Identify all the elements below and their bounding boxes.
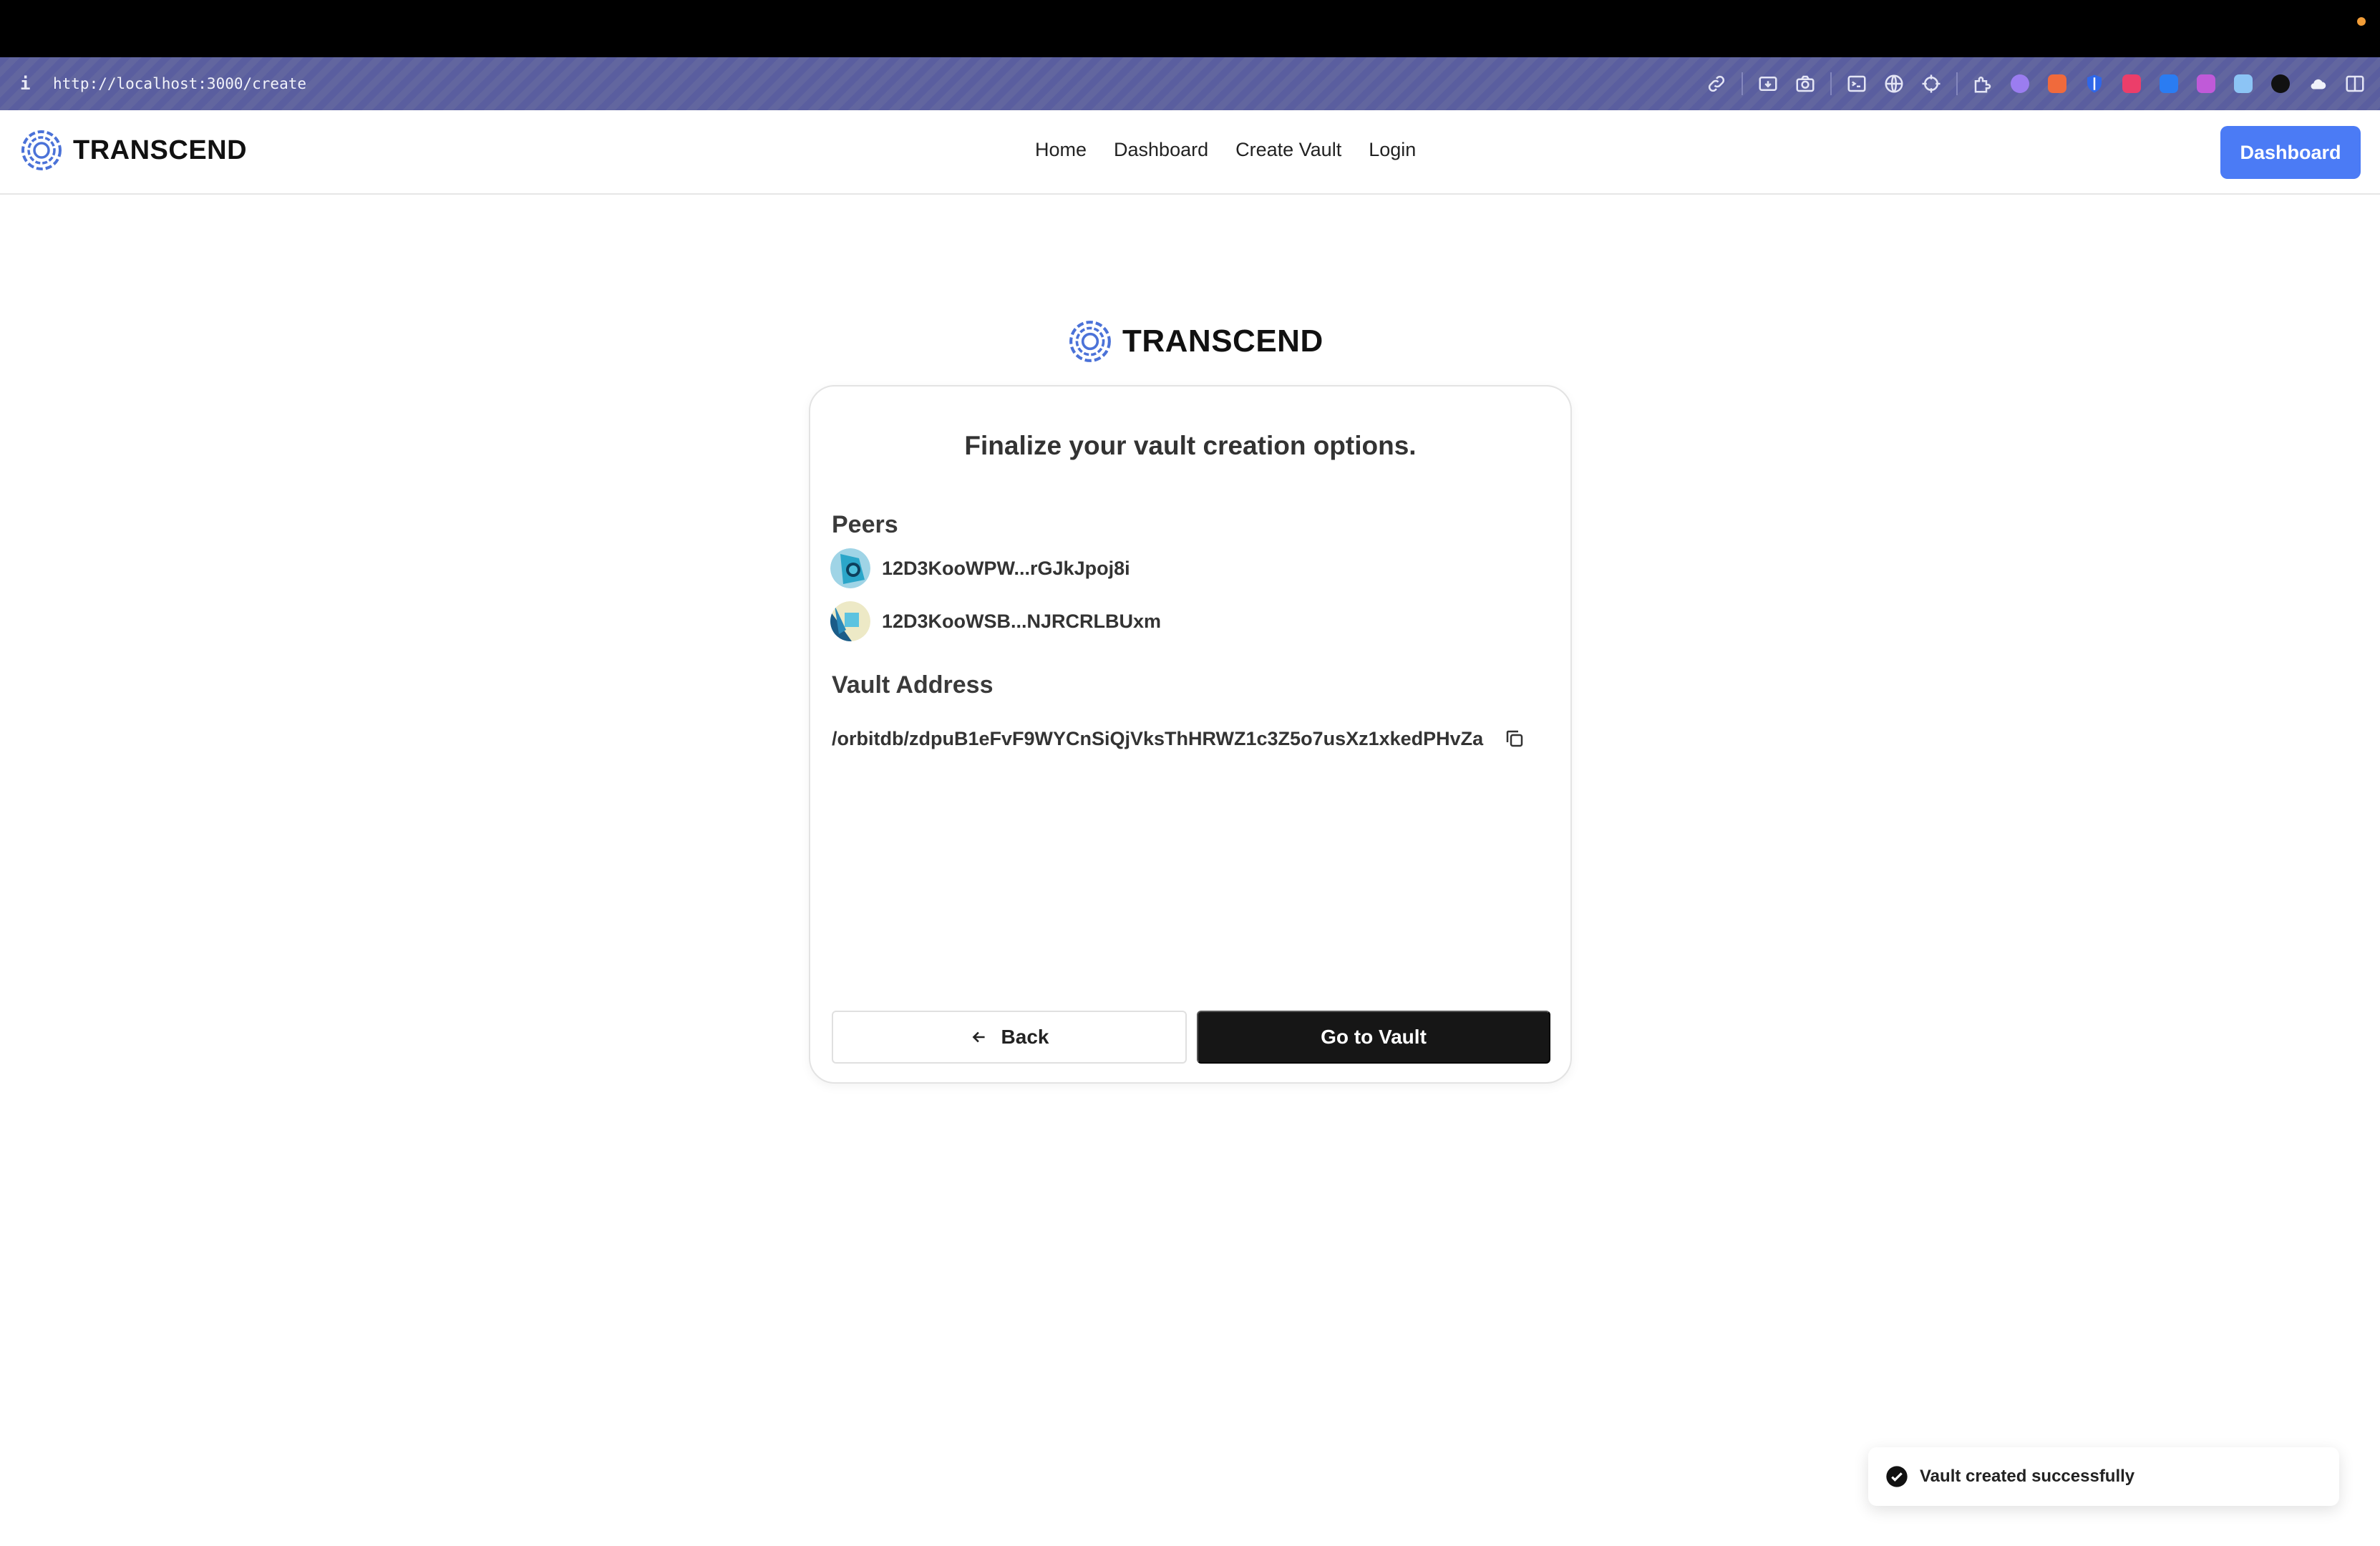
toast-notification: Vault created successfully	[1868, 1447, 2339, 1506]
page-brand-name: TRANSCEND	[1122, 324, 1323, 359]
arrow-left-icon	[970, 1028, 989, 1046]
transcend-logo-icon	[1069, 321, 1111, 362]
app-header: TRANSCEND Home Dashboard Create Vault Lo…	[0, 110, 2380, 195]
toolbar-divider	[1742, 72, 1743, 95]
browser-toolbar: i http://localhost:3000/create	[0, 57, 2380, 110]
recording-indicator	[2357, 17, 2366, 26]
vault-address: /orbitdb/zdpuB1eFvF9WYCnSiQjVksThHRWZ1c3…	[832, 727, 1484, 749]
nav-home[interactable]: Home	[1035, 139, 1087, 161]
toolbar-divider	[1956, 72, 1958, 95]
paint-icon[interactable]	[2268, 72, 2293, 96]
peers-label: Peers	[832, 511, 898, 538]
brand-name: TRANSCEND	[73, 135, 248, 165]
extensions-row	[1704, 57, 2380, 110]
face-icon[interactable]	[2008, 72, 2032, 96]
screenshot-icon[interactable]	[1756, 72, 1780, 96]
vault-finalize-card: Finalize your vault creation options. Pe…	[809, 385, 1572, 1084]
bug-icon[interactable]	[2194, 72, 2218, 96]
peer-item: 12D3KooWPW...rGJkJpoj8i	[830, 548, 1130, 588]
toolbar-divider	[1830, 72, 1832, 95]
peer-avatar	[830, 548, 870, 588]
peer-item: 12D3KooWSB...NJRCRLBUxm	[830, 601, 1161, 641]
book-icon[interactable]	[2231, 72, 2255, 96]
address-bar[interactable]: http://localhost:3000/create	[53, 75, 306, 92]
dashboard-button[interactable]: Dashboard	[2220, 126, 2361, 179]
peer-avatar	[830, 601, 870, 641]
camera-icon[interactable]	[1793, 72, 1817, 96]
back-button[interactable]: Back	[832, 1011, 1187, 1064]
window-top-strip	[0, 0, 2380, 57]
peer-id: 12D3KooWPW...rGJkJpoj8i	[882, 557, 1130, 579]
puzzle-icon[interactable]	[1971, 72, 1995, 96]
terminal-icon[interactable]	[1845, 72, 1869, 96]
card-title: Finalize your vault creation options.	[964, 431, 1417, 460]
toast-message: Vault created successfully	[1920, 1467, 2135, 1486]
vault-address-row: /orbitdb/zdpuB1eFvF9WYCnSiQjVksThHRWZ1c3…	[832, 726, 1527, 752]
vault-address-label: Vault Address	[832, 671, 994, 699]
page-brand: TRANSCEND	[1068, 319, 1323, 364]
site-info-icon[interactable]: i	[20, 74, 39, 94]
cloud-icon[interactable]	[2306, 72, 2330, 96]
copy-icon[interactable]	[1502, 726, 1527, 752]
nav-dashboard[interactable]: Dashboard	[1114, 139, 1208, 161]
sidebar-icon[interactable]	[2343, 72, 2367, 96]
transcend-logo-icon	[21, 130, 62, 170]
crosshair-icon[interactable]	[1919, 72, 1943, 96]
link-icon[interactable]	[1704, 72, 1729, 96]
back-label: Back	[1001, 1026, 1049, 1048]
globe-icon[interactable]	[1882, 72, 1906, 96]
nav-login[interactable]: Login	[1369, 139, 1416, 161]
bookmark-icon[interactable]	[2119, 72, 2144, 96]
peer-id: 12D3KooWSB...NJRCRLBUxm	[882, 610, 1162, 632]
header-brand[interactable]: TRANSCEND	[20, 129, 247, 172]
nav-create-vault[interactable]: Create Vault	[1235, 139, 1341, 161]
check-circle-icon	[1886, 1466, 1908, 1487]
shield-icon[interactable]	[2082, 72, 2107, 96]
brush-icon[interactable]	[2045, 72, 2069, 96]
k-icon[interactable]	[2157, 72, 2181, 96]
main-nav: Home Dashboard Create Vault Login	[1035, 139, 1443, 161]
go-to-vault-button[interactable]: Go to Vault	[1197, 1011, 1550, 1064]
